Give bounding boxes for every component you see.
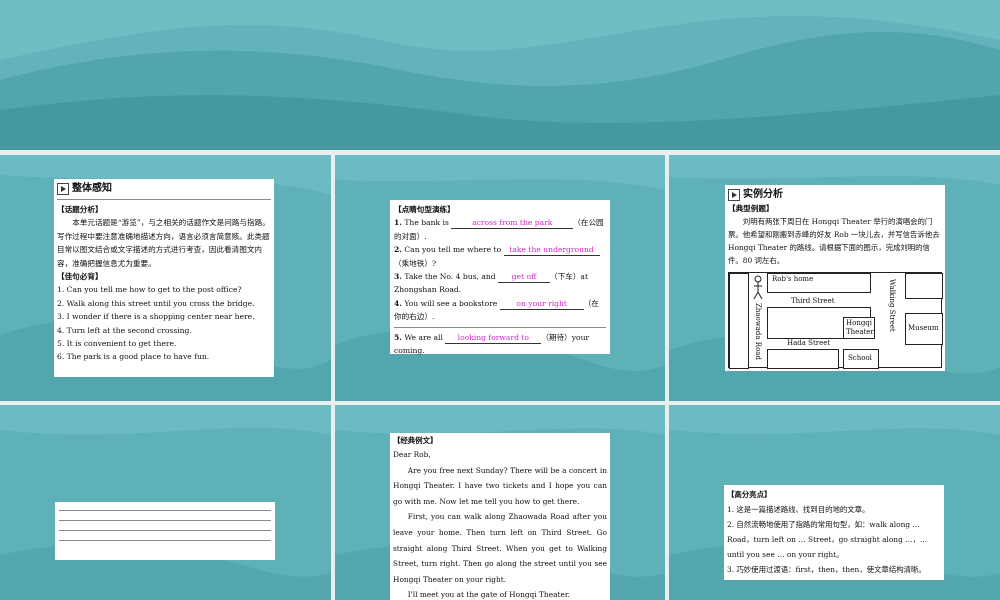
hongqi-theater-box: Hongqi Theater [843, 317, 875, 339]
zhaowada-road-label: Zhaowada Road [754, 303, 762, 360]
robs-home-label: Rob's home [772, 275, 814, 283]
section-heading: 整体感知 [57, 181, 271, 196]
letter-greeting: Dear Rob, [393, 450, 431, 459]
third-street-label: Third Street [791, 297, 835, 305]
example-card: 实例分析 【典型例题】 刘明有两张下周日在 Hongqi Theater 举行的… [725, 185, 945, 371]
drill-item: 1. The bank is across from the park （在公园的… [394, 218, 604, 241]
school-box: School [843, 349, 879, 369]
key-sentence: 1. Can you tell me how to get to the pos… [57, 285, 242, 295]
route-map: Rob's home Zhaowada Road Third Street Ho… [728, 272, 943, 369]
letter-paragraph: I'll meet you at the gate of Hongqi Thea… [407, 590, 570, 600]
slide-2[interactable]: 【点睛句型演练】 1. The bank is across from the … [335, 155, 665, 401]
highlight-point: 3. 巧妙使用过渡语：first，then，then，使文章结构清晰。 [727, 565, 926, 574]
drill-item: 5. We are all looking forward to （期待）your… [394, 332, 590, 356]
highlights-header: 【高分亮点】 [727, 490, 772, 499]
walking-street-label: Walking Street [888, 279, 896, 332]
key-sentence: 3. I wonder if there is a shopping cente… [57, 312, 255, 322]
slide-6[interactable]: 【高分亮点】 1. 这是一篇描述路线、找到目的地的文章。 2. 自然流畅地使用了… [669, 405, 1000, 600]
section-heading: 实例分析 [728, 187, 942, 202]
sample-letter-header: 【经典例文】 [393, 436, 438, 445]
slide-5[interactable]: 【经典例文】 Dear Rob, Are you free next Sunda… [335, 405, 665, 600]
play-arrow-icon [57, 182, 69, 195]
writing-line [59, 540, 271, 541]
play-arrow-icon [728, 188, 740, 201]
highlight-point: 1. 这是一篇描述路线、找到目的地的文章。 [727, 505, 870, 514]
drill-header: 【点睛句型演练】 [394, 205, 455, 214]
letter-paragraph: Are you free next Sunday? There will be … [393, 465, 607, 506]
museum-box: Museum [905, 313, 943, 345]
overview-card: 整体感知 【话题分析】 本单元话题是“游览”，与之相关的话题作文是问路与指路。写… [54, 179, 274, 377]
map-block [729, 273, 749, 369]
slide-3[interactable]: 实例分析 【典型例题】 刘明有两张下周日在 Hongqi Theater 举行的… [669, 155, 1000, 401]
hongqi-theater-label: Hongqi Theater [846, 319, 874, 336]
drill-item: 3. Take the No. 4 bus, and get off （下车）at… [394, 272, 589, 295]
example-header: 【典型例题】 [728, 204, 774, 213]
drill-item: 2. Can you tell me where to take the und… [394, 243, 606, 270]
title-banner [0, 0, 1000, 150]
school-label: School [848, 354, 872, 362]
key-sentence: 2. Walk along this street until you cros… [57, 298, 255, 308]
sample-letter-card: 【经典例文】 Dear Rob, Are you free next Sunda… [390, 433, 610, 600]
slide-4[interactable] [0, 405, 331, 600]
highlight-point: 2. 自然流畅地使用了指路的常用句型，如：walk along … Road，t… [727, 520, 928, 559]
drill-item: 4. You will see a bookstore on your righ… [394, 298, 599, 322]
museum-label: Museum [908, 324, 939, 332]
topic-analysis-label: 【话题分析】 [57, 205, 103, 214]
key-sentence: 5. It is convenient to get there. [57, 339, 177, 349]
answer-blank: take the underground [503, 245, 600, 257]
map-block [905, 273, 943, 299]
overview-title: 整体感知 [72, 183, 112, 194]
key-sentence: 6. The park is a good place to have fun. [57, 352, 210, 362]
answer-blank: looking forward to [445, 333, 542, 344]
person-icon [753, 275, 763, 301]
letter-paragraph: First, you can walk along Zhaowada Road … [393, 512, 607, 584]
key-sentence: 4. Turn left at the second crossing. [57, 325, 192, 335]
writing-lines-card[interactable] [55, 502, 275, 560]
map-block [767, 349, 839, 369]
hada-street-label: Hada Street [787, 339, 831, 347]
key-sentences-label: 【佳句必背】 [57, 272, 103, 282]
answer-blank: on your right [499, 299, 584, 310]
example-text: 刘明有两张下周日在 Hongqi Theater 举行的演唱会的门票。他希望和刚… [728, 217, 940, 266]
answer-blank: get off [498, 272, 551, 284]
example-title: 实例分析 [743, 189, 783, 200]
highlights-card: 【高分亮点】 1. 这是一篇描述路线、找到目的地的文章。 2. 自然流畅地使用了… [724, 485, 944, 580]
answer-blank: across from the park [451, 218, 574, 230]
slide-1[interactable]: 整体感知 【话题分析】 本单元话题是“游览”，与之相关的话题作文是问路与指路。写… [0, 155, 331, 401]
map-block: Rob's home [767, 273, 871, 293]
drill-card: 【点睛句型演练】 1. The bank is across from the … [390, 200, 610, 355]
topic-analysis-text: 本单元话题是“游览”，与之相关的话题作文是问路与指路。写作过程中要注意准确地描述… [57, 218, 270, 268]
